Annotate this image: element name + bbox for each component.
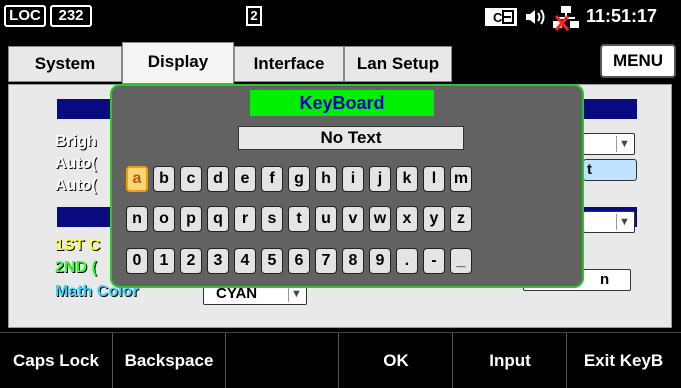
key-k[interactable]: k xyxy=(396,166,418,192)
chevron-down-icon: ▼ xyxy=(616,136,632,152)
brightness-label: Brigh xyxy=(55,133,97,150)
loc-indicator: LOC xyxy=(4,5,46,27)
key-m[interactable]: m xyxy=(450,166,472,192)
page-indicator: 2 xyxy=(246,6,262,26)
key-j[interactable]: j xyxy=(369,166,391,192)
key-underscore[interactable]: _ xyxy=(450,248,472,274)
key-7[interactable]: 7 xyxy=(315,248,337,274)
key-h[interactable]: h xyxy=(315,166,337,192)
tab-display[interactable]: Display xyxy=(122,42,234,84)
key-f[interactable]: f xyxy=(261,166,283,192)
tab-interface[interactable]: Interface xyxy=(234,46,344,82)
key-e[interactable]: e xyxy=(234,166,256,192)
key-period[interactable]: . xyxy=(396,248,418,274)
key-8[interactable]: 8 xyxy=(342,248,364,274)
key-o[interactable]: o xyxy=(153,206,175,232)
clock: 11:51:17 xyxy=(586,6,658,26)
key-x[interactable]: x xyxy=(396,206,418,232)
ok-softkey[interactable]: OK xyxy=(340,333,453,388)
key-2[interactable]: 2 xyxy=(180,248,202,274)
key-d[interactable]: d xyxy=(207,166,229,192)
key-4[interactable]: 4 xyxy=(234,248,256,274)
keyboard-text-field[interactable]: No Text xyxy=(238,126,464,150)
tab-bar: System Display Interface Lan Setup MENU xyxy=(0,40,681,84)
key-z[interactable]: z xyxy=(450,206,472,232)
auto-setting-label-2: Auto( xyxy=(55,177,97,194)
ce-icon: C xyxy=(485,8,517,26)
key-u[interactable]: u xyxy=(315,206,337,232)
key-n[interactable]: n xyxy=(126,206,148,232)
key-i[interactable]: i xyxy=(342,166,364,192)
first-color-label: 1ST C xyxy=(55,237,101,254)
caps-lock-softkey[interactable]: Caps Lock xyxy=(0,333,113,388)
key-hyphen[interactable]: - xyxy=(423,248,445,274)
key-b[interactable]: b xyxy=(153,166,175,192)
status-bar: LOC 232 2 C 11:51:17 xyxy=(0,0,681,34)
chevron-down-icon: ▼ xyxy=(288,286,304,302)
auto-setting-button[interactable]: t xyxy=(583,159,637,181)
exit-keyboard-softkey[interactable]: Exit KeyB xyxy=(567,333,680,388)
input-softkey[interactable]: Input xyxy=(454,333,567,388)
key-r[interactable]: r xyxy=(234,206,256,232)
key-0[interactable]: 0 xyxy=(126,248,148,274)
keyboard-title: KeyBoard xyxy=(250,90,434,116)
second-color-label: 2ND ( xyxy=(55,259,97,276)
key-9[interactable]: 9 xyxy=(369,248,391,274)
blank-softkey[interactable] xyxy=(226,333,339,388)
chevron-down-icon: ▼ xyxy=(616,214,632,230)
auto-setting-button-label: t xyxy=(587,161,592,178)
key-g[interactable]: g xyxy=(288,166,310,192)
brightness-select[interactable]: ▼ xyxy=(583,133,635,155)
speaker-icon xyxy=(526,9,545,25)
key-q[interactable]: q xyxy=(207,206,229,232)
network-disconnected-icon xyxy=(553,6,579,31)
color-select[interactable]: ▼ xyxy=(583,211,635,233)
key-w[interactable]: w xyxy=(369,206,391,232)
keyboard-dialog: KeyBoard No Text a b c d e f g h i j k l… xyxy=(110,84,584,288)
key-5[interactable]: 5 xyxy=(261,248,283,274)
color-button-label: n xyxy=(600,271,610,288)
key-l[interactable]: l xyxy=(423,166,445,192)
key-6[interactable]: 6 xyxy=(288,248,310,274)
backspace-softkey[interactable]: Backspace xyxy=(113,333,226,388)
auto-setting-label-1: Auto( xyxy=(55,155,97,172)
key-1[interactable]: 1 xyxy=(153,248,175,274)
key-v[interactable]: v xyxy=(342,206,364,232)
key-t[interactable]: t xyxy=(288,206,310,232)
menu-button[interactable]: MENU xyxy=(600,44,676,78)
tab-lan-setup[interactable]: Lan Setup xyxy=(344,46,452,82)
key-a[interactable]: a xyxy=(126,166,148,192)
softkey-bar: Caps Lock Backspace OK Input Exit KeyB xyxy=(0,332,681,388)
svg-text:C: C xyxy=(493,10,503,25)
key-c[interactable]: c xyxy=(180,166,202,192)
key-3[interactable]: 3 xyxy=(207,248,229,274)
address-indicator: 232 xyxy=(50,5,92,27)
key-s[interactable]: s xyxy=(261,206,283,232)
tab-system[interactable]: System xyxy=(8,46,122,82)
key-p[interactable]: p xyxy=(180,206,202,232)
key-y[interactable]: y xyxy=(423,206,445,232)
